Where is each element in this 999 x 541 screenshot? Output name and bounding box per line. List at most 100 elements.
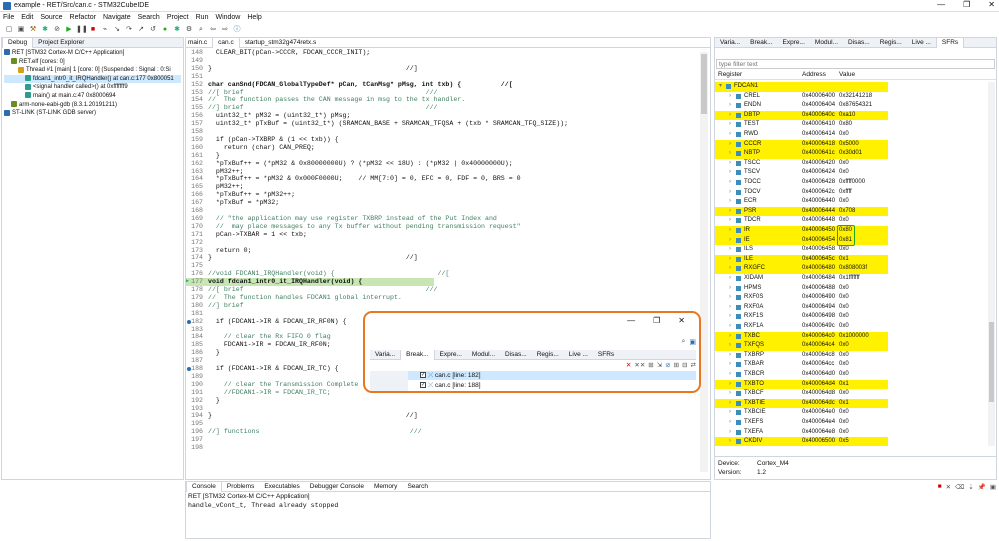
- menu-edit[interactable]: Edit: [21, 14, 33, 21]
- expand-icon[interactable]: ›: [729, 437, 731, 446]
- code-area[interactable]: 148 CLEAR_BIT(pCan->CCCR, FDCAN_CCCR_INI…: [186, 48, 697, 478]
- tab-sfrs[interactable]: SFRs: [593, 350, 619, 360]
- code-line[interactable]: 148 CLEAR_BIT(pCan->CCCR, FDCAN_CCCR_INI…: [186, 49, 697, 57]
- tab-modul[interactable]: Modul...: [467, 350, 500, 360]
- tab-varia[interactable]: Varia...: [370, 350, 400, 360]
- link-icon[interactable]: ⇄: [691, 361, 696, 370]
- close-button[interactable]: ✕: [988, 0, 995, 9]
- collapse-all-icon[interactable]: ⊟: [682, 361, 687, 370]
- terminate-icon[interactable]: ■: [88, 25, 98, 34]
- expand-icon[interactable]: ›: [729, 341, 731, 351]
- tab-break[interactable]: Break...: [745, 38, 777, 48]
- remove-launch-icon[interactable]: ✕: [946, 483, 951, 492]
- expand-icon[interactable]: ›: [729, 284, 731, 294]
- tab-project-explorer[interactable]: Project Explorer: [33, 38, 89, 48]
- sfr-register-row[interactable]: › RXF1S 0x40006498 0x0: [715, 312, 990, 322]
- expand-icon[interactable]: ›: [729, 264, 731, 274]
- sfr-register-row[interactable]: › IE 0x40006454 0x81: [715, 235, 888, 246]
- forward-icon[interactable]: ⇨: [220, 25, 230, 34]
- remove-all-breakpoints-icon[interactable]: ✕✕: [634, 361, 645, 370]
- popup-close-button[interactable]: ✕: [678, 316, 685, 325]
- display-console-icon[interactable]: ▣: [990, 483, 996, 492]
- tab-expre[interactable]: Expre...: [778, 38, 810, 48]
- step-into-icon[interactable]: ↘: [112, 25, 122, 34]
- code-line[interactable]: 162 *pTxBuf++ = (*pM32 & 0x80000000U) ? …: [186, 160, 697, 168]
- sfr-register-row[interactable]: › RWD 0x40006414 0x0: [715, 130, 990, 140]
- sfr-register-row[interactable]: › RXGFC 0x40006480 0x808003f: [715, 264, 888, 274]
- expand-icon[interactable]: ›: [729, 168, 731, 178]
- expand-icon[interactable]: ›: [729, 130, 731, 140]
- step-over-icon[interactable]: ↷: [124, 25, 134, 34]
- expand-icon[interactable]: ›: [729, 197, 731, 207]
- tab-startup-s[interactable]: startup_stm32g474retx.s: [240, 38, 322, 48]
- tab-sfrs[interactable]: SFRs: [935, 38, 965, 48]
- expand-icon[interactable]: ›: [729, 303, 731, 313]
- code-line[interactable]: 171 pCan->TXBAR = 1 << txb;: [186, 231, 697, 239]
- code-line[interactable]: 152 char canSnd(FDCAN_GlobalTypeDef* pCan…: [186, 81, 697, 89]
- menu-window[interactable]: Window: [215, 14, 240, 21]
- sfr-register-row[interactable]: › TXBAR 0x400064cc 0x0: [715, 360, 990, 370]
- code-line[interactable]: 155 //] brief ///: [186, 104, 697, 112]
- popup-view-menu-icon[interactable]: ▣: [689, 338, 696, 347]
- breakpoint-marker-icon[interactable]: [187, 367, 191, 371]
- skip-breakpoints-icon[interactable]: ⊘: [52, 25, 62, 34]
- sfr-register-row[interactable]: › NBTP 0x4000641c 0x30d01: [715, 149, 888, 159]
- pin-console-icon[interactable]: 📌: [978, 483, 986, 492]
- sfr-register-row[interactable]: › CKDIV 0x40006500 0x5: [715, 437, 888, 446]
- col-register[interactable]: Register: [718, 71, 742, 78]
- sfr-scrollbar[interactable]: [988, 82, 995, 446]
- expand-icon[interactable]: ›: [729, 332, 731, 342]
- code-line[interactable]: 173 return 0;: [186, 247, 697, 255]
- sfr-register-row[interactable]: › CREL 0x40006400 0x32141218: [715, 92, 990, 102]
- code-line[interactable]: 179 // The function handles FDCAN1 global…: [186, 294, 697, 302]
- col-value[interactable]: Value: [839, 71, 855, 78]
- breakpoint-item-2[interactable]: ✓ ⤫ can.c [line: 188]: [408, 381, 696, 390]
- expand-icon[interactable]: ›: [729, 255, 731, 265]
- tab-modul[interactable]: Modul...: [810, 38, 843, 48]
- popup-maximize-button[interactable]: ❐: [653, 316, 660, 325]
- expand-icon[interactable]: ›: [729, 245, 731, 255]
- sfr-register-row[interactable]: › TXEFS 0x400064e4 0x0: [715, 418, 990, 428]
- col-address[interactable]: Address: [802, 71, 826, 78]
- tree-item[interactable]: RET [STM32 Cortex-M C/C++ Application]: [4, 49, 181, 58]
- back-icon[interactable]: ⇦: [208, 25, 218, 34]
- sfr-register-row[interactable]: › ENDN 0x40006404 0x87654321: [715, 101, 990, 111]
- tab-disas[interactable]: Disas...: [843, 38, 875, 48]
- expand-icon[interactable]: ›: [729, 399, 731, 409]
- sfr-register-row[interactable]: › TXBC 0x400064c0 0x1000000: [715, 331, 888, 342]
- sfr-register-row[interactable]: › RXF1A 0x4000649c 0x0: [715, 322, 990, 332]
- menu-project[interactable]: Project: [167, 14, 189, 21]
- code-line[interactable]: 161 }: [186, 152, 697, 160]
- sfr-register-row[interactable]: › ILS 0x40006458 0x0: [715, 245, 990, 255]
- tab-executables[interactable]: Executables: [259, 482, 304, 492]
- sfr-register-row[interactable]: › TEST 0x40006410 0x80: [715, 120, 990, 130]
- code-line[interactable]: 156 uint32_t* pM32 = (uint32_t*) pMsg;: [186, 112, 697, 120]
- goto-file-icon[interactable]: ⇲: [657, 361, 662, 370]
- sfr-register-row[interactable]: › CCCR 0x40006418 0x5000: [715, 139, 888, 150]
- tab-problems[interactable]: Problems: [222, 482, 259, 492]
- checkbox-icon[interactable]: ✓: [420, 382, 426, 389]
- tree-item[interactable]: main() at main.c:47 0x8000694: [4, 92, 181, 101]
- clear-console-icon[interactable]: ⌫: [955, 483, 964, 492]
- sfr-register-row[interactable]: › TSCC 0x40006420 0x0: [715, 159, 990, 169]
- menu-navigate[interactable]: Navigate: [103, 14, 131, 21]
- expand-icon[interactable]: ›: [729, 188, 731, 198]
- sfr-register-row[interactable]: › TXBRP 0x400064c8 0x0: [715, 351, 990, 361]
- sfr-register-row[interactable]: › RXF0S 0x40006490 0x0: [715, 293, 990, 303]
- expand-icon[interactable]: ›: [729, 120, 731, 130]
- menu-source[interactable]: Source: [40, 14, 62, 21]
- expand-icon[interactable]: ›: [729, 111, 731, 121]
- code-line[interactable]: 196 //] functions ///: [186, 428, 697, 436]
- menu-help[interactable]: Help: [247, 14, 261, 21]
- tab-live[interactable]: Live ...: [907, 38, 936, 48]
- tree-item[interactable]: ST-LINK (ST-LINK GDB server): [4, 109, 181, 118]
- sfr-register-row[interactable]: › TOCV 0x4000642c 0xffff: [715, 188, 990, 198]
- tab-search[interactable]: Search: [402, 482, 433, 492]
- code-line[interactable]: 163 pM32++;: [186, 168, 697, 176]
- disconnect-icon[interactable]: ⌁: [100, 25, 110, 34]
- save-icon[interactable]: ▣: [16, 25, 26, 34]
- code-line[interactable]: 197: [186, 436, 697, 444]
- expand-icon[interactable]: ›: [729, 418, 731, 428]
- expand-icon[interactable]: ›: [729, 322, 731, 332]
- sfr-peripheral-row[interactable]: ▾ FDCAN1: [715, 82, 888, 92]
